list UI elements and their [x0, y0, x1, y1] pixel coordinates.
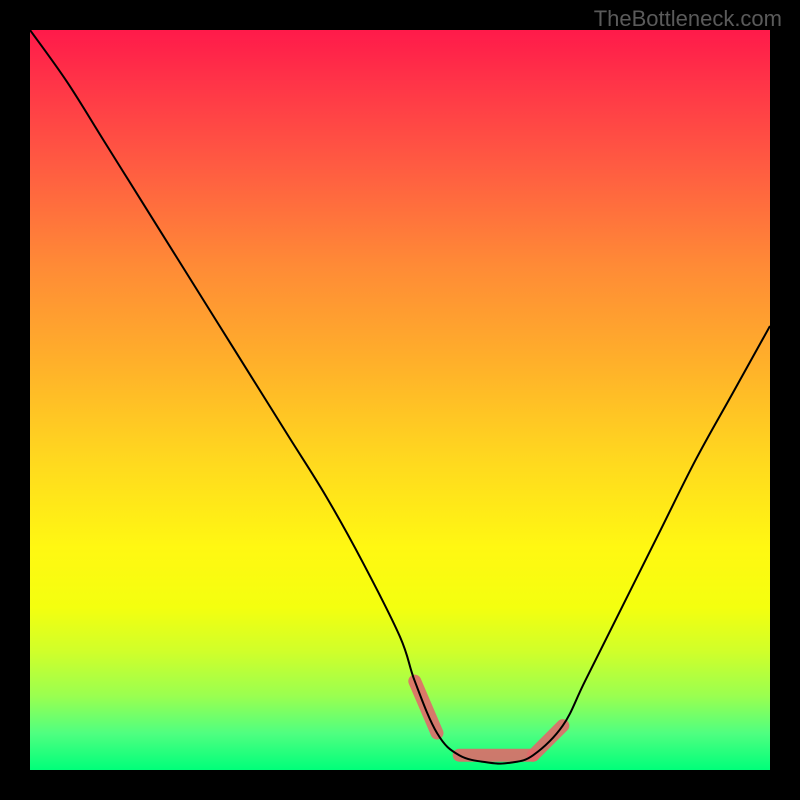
watermark-text: TheBottleneck.com [594, 6, 782, 32]
bottleneck-curve [30, 30, 770, 764]
chart-plot-area [30, 30, 770, 770]
chart-svg [30, 30, 770, 770]
